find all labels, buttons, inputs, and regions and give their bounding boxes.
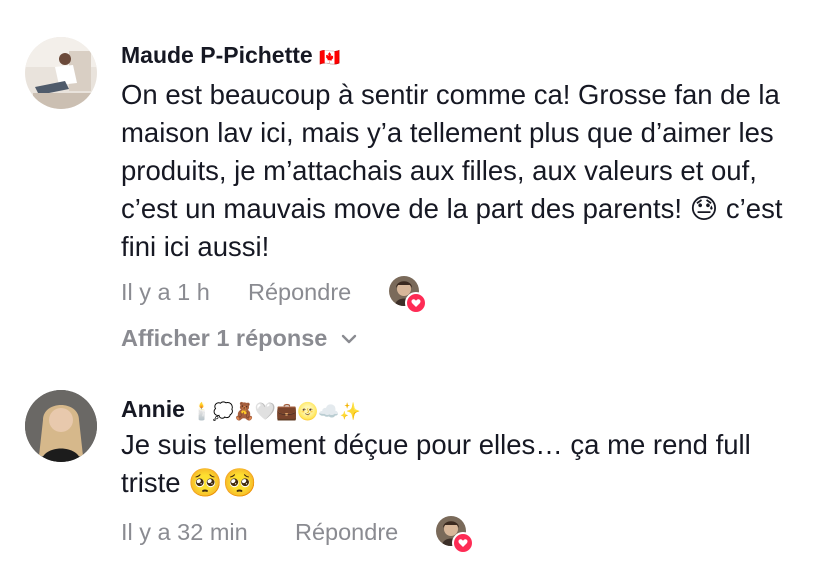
comment-item: Annie 🕯️💭🧸🤍💼🌝☁️✨ Je suis tellement déçue… bbox=[0, 380, 828, 562]
author-badge: 🇨🇦 bbox=[319, 48, 341, 68]
creator-liked-avatar bbox=[436, 516, 474, 554]
reply-button[interactable]: Répondre bbox=[248, 279, 351, 306]
comment-text: On est beaucoup à sentir comme ca! Gross… bbox=[121, 79, 783, 262]
chevron-down-icon bbox=[342, 334, 357, 343]
creator-liked-avatar bbox=[389, 276, 427, 314]
author-badge: 🕯️💭🧸🤍💼🌝☁️✨ bbox=[191, 402, 361, 422]
comment-item: Maude P-Pichette 🇨🇦 On est beaucoup à se… bbox=[0, 0, 828, 360]
avatar[interactable] bbox=[25, 390, 97, 462]
comment-timestamp: Il y a 32 min bbox=[121, 519, 248, 545]
comment-author[interactable]: Maude P-Pichette 🇨🇦 bbox=[121, 42, 340, 69]
comment-text: Je suis tellement déçue pour elles… ça m… bbox=[121, 429, 751, 498]
heart-icon bbox=[452, 532, 474, 554]
show-replies-label: Afficher 1 réponse bbox=[121, 325, 328, 351]
author-name[interactable]: Annie bbox=[121, 396, 185, 422]
comment-timestamp: Il y a 1 h bbox=[121, 279, 210, 305]
avatar[interactable] bbox=[25, 37, 97, 109]
show-replies-button[interactable]: Afficher 1 réponse bbox=[121, 325, 357, 352]
heart-icon bbox=[405, 292, 427, 314]
reply-button[interactable]: Répondre bbox=[295, 519, 398, 546]
comment-author[interactable]: Annie 🕯️💭🧸🤍💼🌝☁️✨ bbox=[121, 396, 361, 423]
author-name[interactable]: Maude P-Pichette bbox=[121, 42, 313, 68]
